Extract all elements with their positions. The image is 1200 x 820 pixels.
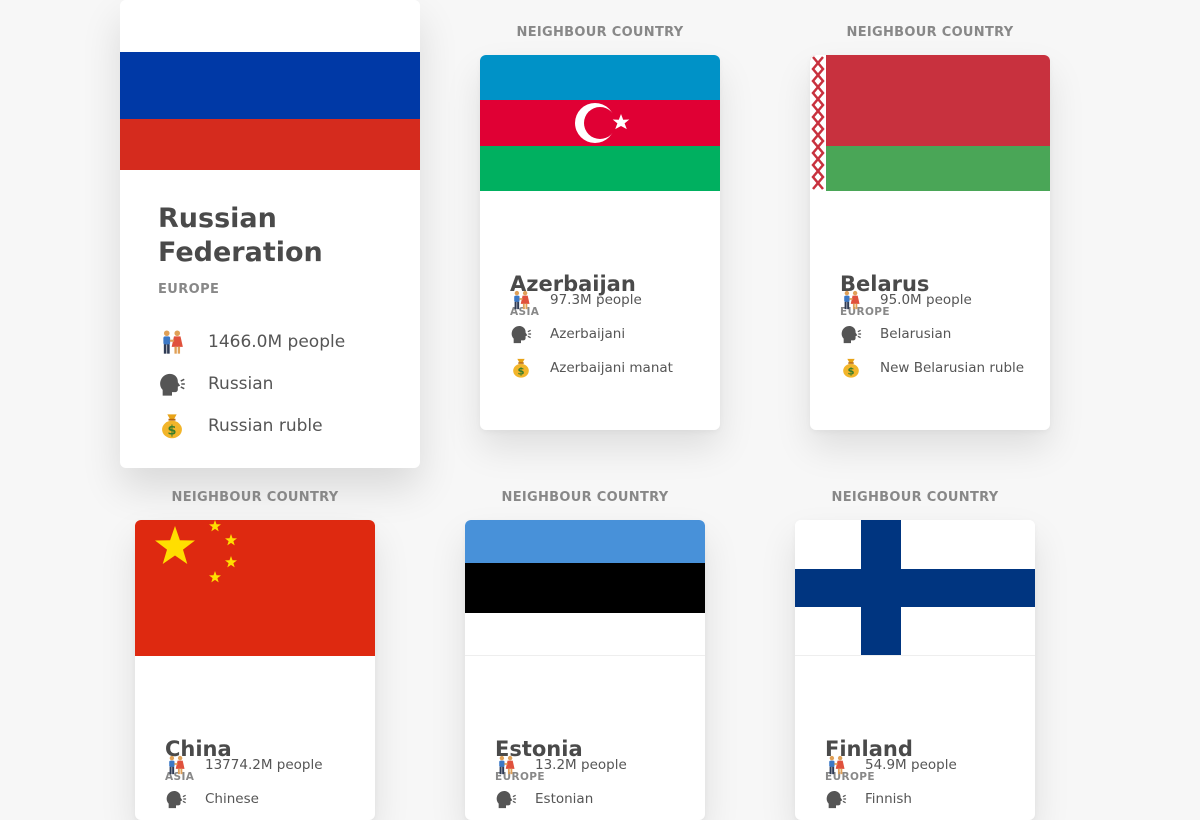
neighbour-label: NEIGHBOUR COUNTRY (516, 25, 684, 40)
country-card-azerbaijan[interactable]: Azerbaijan ASIA 97.3M people Azerbaijani… (480, 55, 720, 430)
language-row: Chinese (165, 788, 259, 810)
population-value: 13.2M people (535, 757, 627, 773)
population-value: 54.9M people (865, 757, 957, 773)
language-row: Estonian (495, 788, 593, 810)
country-card-estonia[interactable]: Estonia EUROPE 13.2M people Estonian (465, 520, 705, 820)
country-card-belarus[interactable]: Belarus EUROPE 95.0M people Belarusian $… (810, 55, 1050, 430)
people-icon (840, 289, 862, 311)
language-value: Belarusian (880, 326, 952, 342)
people-icon (510, 289, 532, 311)
speaking-head-icon (495, 788, 517, 810)
population-row: 1466.0M people (158, 328, 345, 356)
currency-row: $ Russian ruble (158, 412, 323, 440)
people-icon (165, 754, 187, 776)
language-row: Belarusian (840, 323, 951, 345)
population-row: 97.3M people (510, 289, 642, 311)
speaking-head-icon (158, 370, 186, 398)
people-icon (825, 754, 847, 776)
flag-russia (120, 0, 420, 170)
svg-text:$: $ (168, 423, 177, 438)
people-icon (495, 754, 517, 776)
svg-text:$: $ (847, 367, 854, 378)
money-bag-icon: $ (840, 357, 862, 379)
country-card-china[interactable]: China ASIA 13774.2M people Chinese (135, 520, 375, 820)
language-value: Chinese (205, 791, 259, 807)
country-card-russia[interactable]: Russian Federation EUROPE 1466.0M people … (120, 0, 420, 468)
country-name: Russian Federation (158, 203, 323, 268)
currency-value: Russian ruble (208, 416, 323, 436)
language-value: Estonian (535, 791, 594, 807)
currency-value: Azerbaijani manat (550, 360, 673, 376)
language-value: Azerbaijani (550, 326, 626, 342)
population-row: 13.2M people (495, 754, 627, 776)
population-row: 54.9M people (825, 754, 957, 776)
language-row: Russian (158, 370, 273, 398)
language-row: Azerbaijani (510, 323, 625, 345)
neighbour-label: NEIGHBOUR COUNTRY (846, 25, 1014, 40)
population-value: 1466.0M people (208, 332, 346, 352)
currency-value: New Belarusian ruble (880, 360, 1025, 376)
population-row: 13774.2M people (165, 754, 323, 776)
money-bag-icon: $ (510, 357, 532, 379)
money-bag-icon: $ (158, 412, 186, 440)
language-value: Finnish (865, 791, 912, 807)
neighbour-label: NEIGHBOUR COUNTRY (501, 490, 669, 505)
population-value: 97.3M people (550, 292, 642, 308)
speaking-head-icon (510, 323, 532, 345)
speaking-head-icon (840, 323, 862, 345)
population-row: 95.0M people (840, 289, 972, 311)
language-value: Russian (208, 374, 274, 394)
language-row: Finnish (825, 788, 912, 810)
speaking-head-icon (825, 788, 847, 810)
country-card-finland[interactable]: Finland EUROPE 54.9M people Finnish (795, 520, 1035, 820)
flag-belarus (810, 55, 1050, 191)
currency-row: $ New Belarusian ruble (840, 357, 1024, 379)
flag-azerbaijan (480, 55, 720, 191)
flag-finland (795, 520, 1035, 656)
population-value: 95.0M people (880, 292, 972, 308)
people-icon (158, 328, 186, 356)
neighbour-label: NEIGHBOUR COUNTRY (171, 490, 339, 505)
country-region: EUROPE (158, 282, 220, 297)
currency-row: $ Azerbaijani manat (510, 357, 673, 379)
neighbour-label: NEIGHBOUR COUNTRY (831, 490, 999, 505)
speaking-head-icon (165, 788, 187, 810)
svg-text:$: $ (517, 367, 524, 378)
flag-china (135, 520, 375, 656)
population-value: 13774.2M people (205, 757, 323, 773)
flag-estonia (465, 520, 705, 656)
